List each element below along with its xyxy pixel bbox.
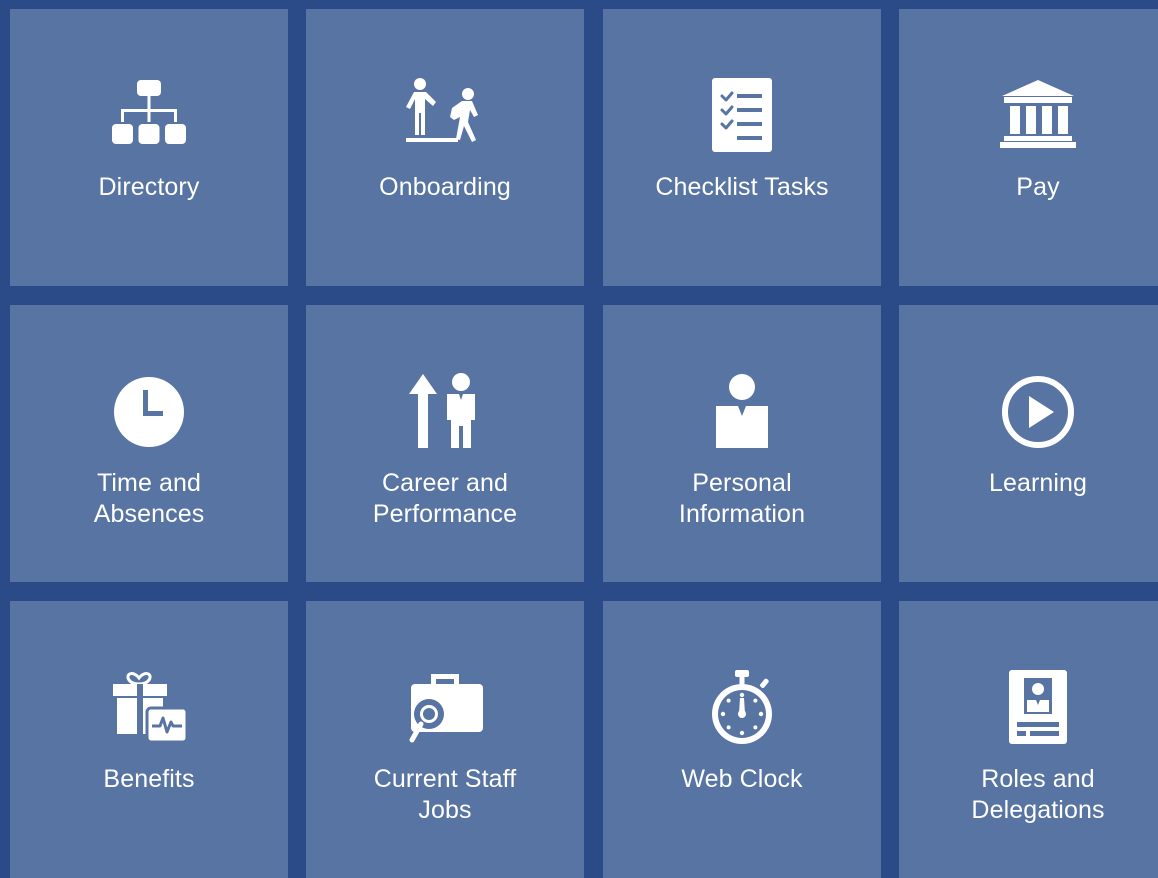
career-arrow-person-icon — [306, 367, 584, 457]
org-chart-icon — [10, 71, 288, 161]
onboarding-people-icon — [306, 71, 584, 161]
tile-label-line: Roles and — [981, 765, 1095, 793]
tile-label: Roles and Delegations — [909, 764, 1158, 826]
tile-label: Career and Performance — [316, 468, 574, 530]
play-circle-icon — [899, 367, 1158, 457]
tile-current-staff-jobs[interactable]: Current Staff Jobs — [306, 601, 584, 878]
tile-label-line: Career and — [381, 469, 509, 497]
tile-label: Learning — [909, 468, 1158, 499]
tile-label-line: Web Clock — [681, 765, 803, 793]
briefcase-search-icon — [306, 663, 584, 753]
tile-directory[interactable]: Directory — [10, 9, 288, 286]
stopwatch-icon — [603, 663, 881, 753]
tile-label: Onboarding — [316, 172, 574, 203]
tile-learning[interactable]: Learning — [899, 305, 1158, 582]
app-tile-grid: Directory Onboarding Checklist Tasks Pay… — [0, 0, 1158, 878]
tile-time-and-absences[interactable]: Time and Absences — [10, 305, 288, 582]
tile-label-line: Personal — [692, 469, 792, 497]
tile-label: Benefits — [20, 764, 278, 795]
tile-label-line: Checklist Tasks — [655, 173, 829, 201]
tile-checklist-tasks[interactable]: Checklist Tasks — [603, 9, 881, 286]
tile-career-and-performance[interactable]: Career and Performance — [306, 305, 584, 582]
tile-label-line: Learning — [988, 469, 1088, 497]
tile-label-line: Jobs — [418, 796, 472, 824]
tile-label-line: Information — [678, 500, 806, 528]
tile-label: Checklist Tasks — [613, 172, 871, 203]
tile-label: Time and Absences — [20, 468, 278, 530]
tile-label-line: Onboarding — [379, 173, 511, 201]
person-icon — [603, 367, 881, 457]
tile-label: Web Clock — [613, 764, 871, 795]
tile-label: Directory — [20, 172, 278, 203]
tile-web-clock[interactable]: Web Clock — [603, 601, 881, 878]
tile-label-line: Absences — [93, 500, 205, 528]
checklist-icon — [603, 71, 881, 161]
tile-benefits[interactable]: Benefits — [10, 601, 288, 878]
tile-label: Personal Information — [613, 468, 871, 530]
tile-personal-information[interactable]: Personal Information — [603, 305, 881, 582]
tile-label-line: Benefits — [103, 765, 195, 793]
tile-label-line: Pay — [1016, 173, 1060, 201]
tile-label: Current Staff Jobs — [316, 764, 574, 826]
tile-pay[interactable]: Pay — [899, 9, 1158, 286]
tile-label-line: Time and — [96, 469, 202, 497]
tile-label-line: Current Staff — [373, 765, 517, 793]
bank-icon — [899, 71, 1158, 161]
tile-label-line: Performance — [372, 500, 518, 528]
tile-label-line: Directory — [98, 173, 200, 201]
tile-onboarding[interactable]: Onboarding — [306, 9, 584, 286]
gift-heartbeat-icon — [10, 663, 288, 753]
id-badge-icon — [899, 663, 1158, 753]
clock-icon — [10, 367, 288, 457]
tile-roles-and-delegations[interactable]: Roles and Delegations — [899, 601, 1158, 878]
tile-label-line: Delegations — [971, 796, 1105, 824]
tile-label: Pay — [909, 172, 1158, 203]
